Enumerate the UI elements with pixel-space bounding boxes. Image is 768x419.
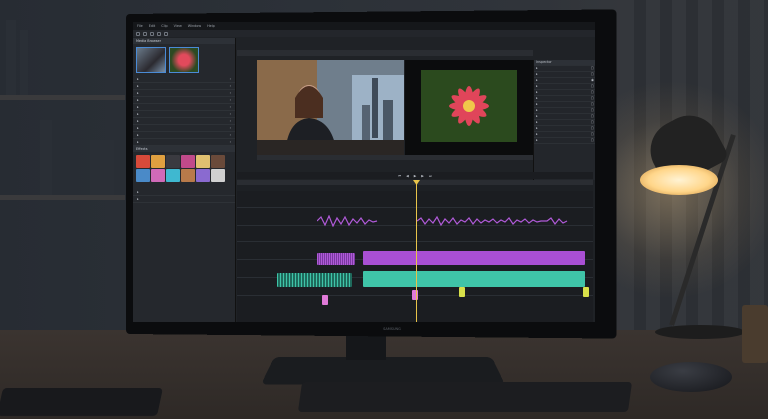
lamp-base — [655, 325, 745, 339]
monitor-brand: SAMSUNG — [383, 327, 401, 331]
list-item[interactable]: ▸ › — [133, 132, 235, 139]
effect-thumbnail[interactable] — [181, 169, 195, 182]
list-item[interactable]: ▸ — [133, 189, 235, 196]
plant — [90, 140, 114, 195]
tool-icon[interactable] — [143, 31, 147, 36]
skip-back-icon[interactable]: ⏮ — [398, 174, 401, 178]
list-item[interactable]: ▸ › — [133, 97, 235, 104]
list-item[interactable]: ▸ › — [133, 111, 235, 118]
bookshelf — [0, 195, 125, 200]
list-item[interactable]: ▸ — [133, 196, 235, 203]
tool-icon[interactable] — [157, 31, 161, 36]
clip-marker[interactable] — [322, 295, 328, 305]
audio-list: ▸ ▸ — [133, 189, 235, 203]
effect-thumbnail[interactable] — [196, 155, 210, 168]
effect-thumbnail[interactable] — [151, 155, 165, 168]
effect-thumbnail[interactable] — [196, 169, 210, 182]
tool-icon[interactable] — [164, 31, 168, 36]
desk-device — [0, 388, 163, 416]
audio-clip[interactable] — [277, 273, 352, 287]
step-forward-icon[interactable]: ▶ — [421, 174, 424, 178]
media-list: ▸ › ▸ › ▸ › ▸ › ▸ › ▸ › ▸ › ▸ › ▸ › ▸ › — [133, 76, 235, 146]
track-divider — [237, 207, 593, 208]
playhead[interactable] — [416, 182, 417, 322]
clip-marker[interactable] — [459, 287, 465, 297]
effect-thumbnail[interactable] — [181, 155, 195, 168]
flower-thumbnail[interactable] — [169, 47, 199, 73]
mouse — [650, 362, 732, 392]
menu-window[interactable]: Window — [188, 24, 201, 28]
video-frame-icon — [257, 60, 404, 155]
effects-grid — [133, 152, 235, 185]
skip-forward-icon[interactable]: ⏭ — [429, 174, 432, 178]
keyboard — [297, 382, 633, 412]
list-item[interactable]: ▸ › — [133, 90, 235, 97]
menu-clip[interactable]: Clip — [161, 24, 167, 28]
menu-help[interactable]: Help — [207, 24, 215, 28]
bin-thumbnails — [133, 44, 235, 76]
effect-thumbnail[interactable] — [211, 169, 225, 182]
effect-thumbnail[interactable] — [136, 155, 150, 168]
program-viewer[interactable] — [405, 60, 533, 155]
effect-thumbnail[interactable] — [136, 169, 150, 182]
pen-cup — [742, 305, 768, 363]
step-back-icon[interactable]: ◀ — [406, 174, 409, 178]
menu-bar: File Edit Clip View Window Help — [133, 22, 595, 30]
editor-screen: File Edit Clip View Window Help Media Br… — [133, 22, 595, 322]
lamp-bulb — [640, 165, 718, 195]
list-item[interactable]: ▸ › — [133, 83, 235, 90]
list-item[interactable]: ▸ › — [133, 104, 235, 111]
audio-waveform[interactable] — [317, 215, 587, 227]
inspector-panel: Inspector ▸ ▢ ▸ ▢ ▸ ◉ ▸ ▢ ▸ ▢ ▸ ▢ ▸ ▢ ▸ ▢ ▸ ▢ ▸ ▢ … — [533, 60, 595, 180]
book — [40, 120, 52, 195]
tool-icon[interactable] — [150, 31, 154, 36]
book — [6, 20, 16, 95]
source-viewer[interactable] — [257, 60, 404, 155]
video-thumbnail[interactable] — [136, 47, 166, 73]
toolbar — [133, 30, 595, 37]
inspector-row[interactable]: ▸ ▢ — [534, 138, 595, 144]
audio-clip[interactable] — [363, 271, 585, 287]
menu-edit[interactable]: Edit — [149, 24, 156, 28]
media-browser-panel: Media Browser ▸ › ▸ › ▸ › ▸ › ▸ › ▸ › ▸ › ▸ › ▸ ›… — [133, 38, 236, 322]
effect-thumbnail[interactable] — [166, 155, 180, 168]
bookshelf — [0, 95, 125, 100]
viewer-controls — [257, 155, 533, 160]
menu-view[interactable]: View — [174, 24, 182, 28]
audio-clip[interactable] — [317, 253, 355, 265]
list-item[interactable]: ▸ › — [133, 118, 235, 125]
effect-thumbnail[interactable] — [166, 169, 180, 182]
flower-image-icon — [421, 70, 517, 142]
menu-file[interactable]: File — [137, 24, 143, 28]
book — [20, 30, 28, 95]
list-item[interactable]: ▸ › — [133, 139, 235, 146]
effect-thumbnail[interactable] — [211, 155, 225, 168]
track-divider — [237, 241, 593, 242]
transport-controls: ⏮ ◀ ▶ ▶ ⏭ — [237, 172, 593, 179]
audio-clip[interactable] — [363, 251, 585, 265]
monitor-stand-base — [260, 356, 506, 385]
tool-icon[interactable] — [136, 31, 140, 36]
timeline[interactable] — [237, 191, 593, 322]
effect-thumbnail[interactable] — [151, 169, 165, 182]
list-item[interactable]: ▸ › — [133, 125, 235, 132]
list-item[interactable]: ▸ › — [133, 76, 235, 83]
clip-marker[interactable] — [583, 287, 589, 297]
viewer-header — [237, 50, 533, 56]
play-icon[interactable]: ▶ — [414, 174, 417, 178]
clip-marker[interactable] — [412, 290, 418, 300]
